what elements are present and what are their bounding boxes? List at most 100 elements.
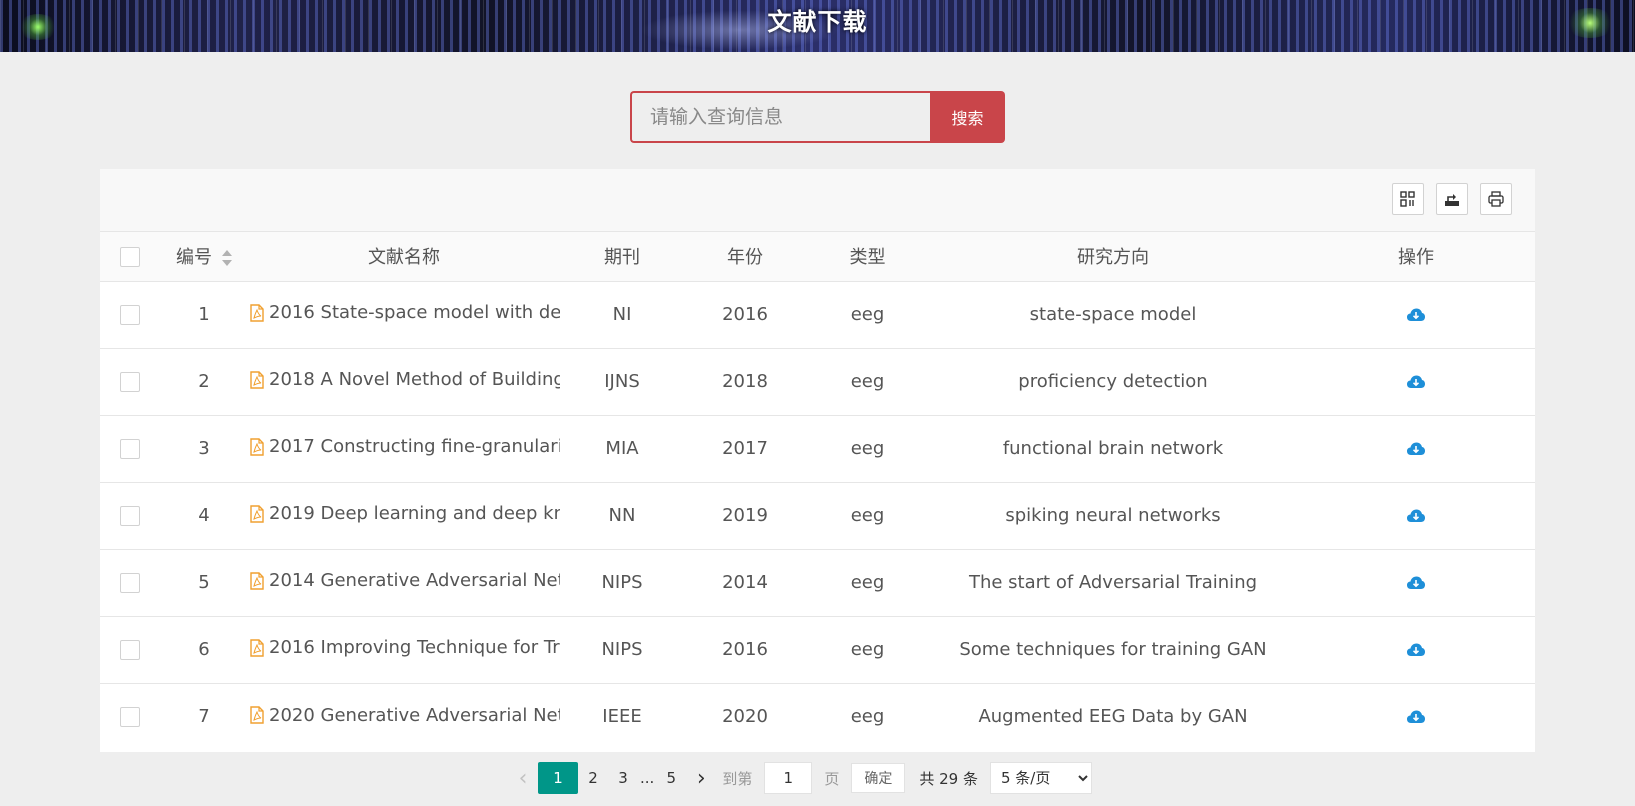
row-id: 3 (160, 414, 248, 482)
table-row: 1 2016 State-space model with deep l... NI… (100, 281, 1535, 348)
prev-page-button[interactable]: ‹ (508, 762, 538, 794)
document-link[interactable]: 2014 Generative Adversarial Nets (249, 570, 560, 591)
row-title: 2014 Generative Adversarial Nets (269, 570, 560, 592)
search-button[interactable]: 搜索 (930, 91, 1005, 143)
literature-table: 编号 文献名称 期刊 年份 类型 研究方向 操作 1 2016 State-spa… (100, 232, 1535, 750)
document-link[interactable]: 2019 Deep learning and deep know... (249, 503, 560, 524)
row-year: 2020 (684, 682, 806, 750)
row-title: 2016 Improving Technique for Trani... (269, 637, 560, 659)
export-button[interactable] (1436, 183, 1468, 215)
row-checkbox[interactable] (120, 439, 140, 459)
download-icon[interactable] (1406, 642, 1426, 658)
sort-icon[interactable] (222, 250, 232, 267)
row-id: 1 (198, 304, 210, 325)
row-title-cell: 2018 A Novel Method of Building F... (248, 347, 560, 415)
row-direction: spiking neural networks (929, 481, 1297, 549)
row-checkbox[interactable] (120, 506, 140, 526)
row-title-cell: 2016 Improving Technique for Trani... (248, 615, 560, 683)
page-1-button[interactable]: 1 (538, 762, 578, 794)
page-3-button[interactable]: 3 (608, 762, 638, 794)
row-direction: The start of Adversarial Training (929, 548, 1297, 616)
row-type: eeg (806, 347, 929, 415)
download-icon[interactable] (1406, 709, 1426, 725)
download-button[interactable] (1406, 371, 1426, 392)
row-direction: Some techniques for training GAN (929, 615, 1297, 683)
row-action-cell (1297, 615, 1535, 683)
next-page-button[interactable]: › (686, 762, 716, 794)
download-button[interactable] (1406, 438, 1426, 459)
row-action-cell (1297, 682, 1535, 750)
row-select-cell (100, 682, 160, 750)
row-year: 2016 (684, 615, 806, 683)
table-row: 6 2016 Improving Technique for Trani...NI… (100, 615, 1535, 683)
row-title: 2016 State-space model with deep l... (269, 302, 560, 324)
table-row: 3 2017 Constructing fine-granularity f...… (100, 414, 1535, 482)
document-link[interactable]: 2017 Constructing fine-granularity f... (249, 436, 560, 457)
row-action-cell (1297, 481, 1535, 549)
row-checkbox[interactable] (120, 305, 140, 325)
row-action-cell (1297, 548, 1535, 616)
row-select-cell (100, 481, 160, 549)
row-journal: MIA (560, 414, 684, 482)
row-id: 5 (160, 548, 248, 616)
row-id: 6 (160, 615, 248, 683)
row-select-cell (100, 615, 160, 683)
table-toolbar (100, 169, 1535, 232)
download-icon[interactable] (1406, 508, 1426, 524)
row-checkbox[interactable] (120, 573, 140, 593)
print-button[interactable] (1480, 183, 1512, 215)
goto-page-input[interactable] (764, 762, 813, 794)
search-input[interactable] (630, 91, 930, 143)
download-icon[interactable] (1406, 374, 1426, 390)
row-select-cell (100, 347, 160, 415)
header-id[interactable]: 编号 (160, 232, 248, 282)
total-count: 共 29 条 (919, 769, 978, 788)
row-select-cell (100, 414, 160, 482)
pdf-icon (250, 438, 264, 456)
table-header-row: 编号 文献名称 期刊 年份 类型 研究方向 操作 (100, 232, 1535, 282)
download-button[interactable] (1406, 572, 1426, 593)
document-link[interactable]: 2020 Generative Adversarial Networ... (249, 705, 560, 726)
page-last-button[interactable]: 5 (656, 762, 686, 794)
download-button[interactable] (1406, 639, 1426, 660)
row-type: eeg (806, 615, 929, 683)
header-title: 文献名称 (248, 232, 560, 282)
select-all-checkbox[interactable] (120, 246, 140, 267)
document-link[interactable]: 2018 A Novel Method of Building F... (249, 369, 560, 390)
row-title-cell: 2017 Constructing fine-granularity f... (248, 414, 560, 482)
row-direction: proficiency detection (929, 347, 1297, 415)
download-icon[interactable] (1406, 575, 1426, 591)
download-icon[interactable] (1406, 307, 1426, 323)
row-action-cell (1297, 281, 1535, 348)
columns-button[interactable] (1392, 183, 1424, 215)
row-checkbox[interactable] (120, 640, 140, 660)
row-id: 7 (160, 682, 248, 750)
row-select-cell (100, 281, 160, 348)
select-all-cell (100, 232, 160, 282)
row-journal: IJNS (560, 347, 684, 415)
pdf-icon (250, 572, 264, 590)
header-journal: 期刊 (560, 232, 684, 282)
page-unit-label: 页 (824, 769, 840, 788)
literature-table-card: 编号 文献名称 期刊 年份 类型 研究方向 操作 1 2016 State-spa… (100, 169, 1535, 752)
page-title: 文献下载 (767, 8, 868, 36)
row-checkbox[interactable] (120, 372, 140, 392)
pdf-icon (250, 304, 264, 322)
download-button[interactable] (1406, 706, 1426, 727)
download-icon[interactable] (1406, 441, 1426, 457)
pagination: ‹ 1 2 3 ... 5 › 到第 页 确定 共 29 条 5 条/页 (508, 762, 1092, 794)
download-button[interactable] (1406, 304, 1426, 325)
document-link[interactable]: 2016 Improving Technique for Trani... (249, 637, 560, 658)
row-checkbox[interactable] (120, 707, 140, 728)
goto-confirm-button[interactable]: 确定 (851, 763, 906, 793)
pdf-icon (250, 639, 264, 657)
row-action-cell (1297, 347, 1535, 415)
row-title-cell: 2016 State-space model with deep l... (248, 281, 560, 348)
download-button[interactable] (1406, 505, 1426, 526)
page-2-button[interactable]: 2 (578, 762, 608, 794)
table-row: 2 2018 A Novel Method of Building F...IJN… (100, 347, 1535, 415)
document-link[interactable]: 2016 State-space model with deep l... (249, 302, 560, 323)
row-year: 2016 (722, 304, 768, 325)
page-size-select[interactable]: 5 条/页 (989, 762, 1092, 794)
header-type: 类型 (806, 232, 929, 282)
